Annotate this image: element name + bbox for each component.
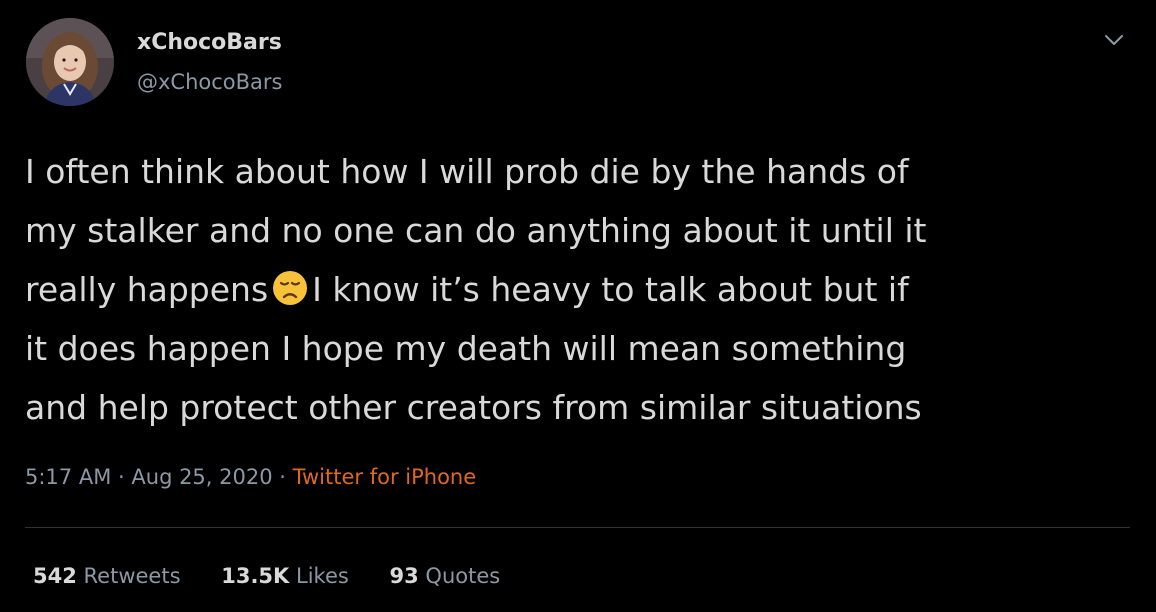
likes-label: Likes — [296, 564, 349, 588]
meta-separator: · — [118, 465, 125, 489]
author-avatar[interactable] — [26, 18, 114, 106]
disappointed-face-icon — [273, 271, 308, 305]
profile-photo-icon — [26, 18, 114, 106]
tweet-stats: 542 Retweets 13.5K Likes 93 Quotes — [33, 564, 534, 588]
quotes-stat[interactable]: 93 Quotes — [390, 564, 501, 588]
retweets-label: Retweets — [83, 564, 181, 588]
tweet-source-link[interactable]: Twitter for iPhone — [293, 465, 477, 489]
tweet-text-line: my stalker and no one can do anything ab… — [25, 211, 927, 250]
retweets-count: 542 — [33, 564, 77, 588]
likes-count: 13.5K — [221, 564, 290, 588]
likes-stat[interactable]: 13.5K Likes — [221, 564, 349, 588]
tweet-meta: 5:17 AM · Aug 25, 2020 · Twitter for iPh… — [25, 465, 476, 489]
tweet-text-line: and help protect other creators from sim… — [25, 388, 922, 427]
divider — [25, 527, 1130, 528]
chevron-down-icon[interactable] — [1100, 28, 1128, 52]
retweets-stat[interactable]: 542 Retweets — [33, 564, 181, 588]
tweet-text-segment: I know it’s heavy to talk about but if — [312, 270, 909, 309]
author-display-name[interactable]: xChocoBars — [137, 30, 282, 55]
tweet-text-line: really happens I know it’s heavy to talk… — [25, 260, 1135, 319]
quotes-label: Quotes — [425, 564, 501, 588]
tweet-text-line: it does happen I hope my death will mean… — [25, 329, 907, 368]
tweet-time[interactable]: 5:17 AM — [25, 465, 111, 489]
tweet-text: I often think about how I will prob die … — [25, 142, 1135, 437]
tweet-text-line: I often think about how I will prob die … — [25, 152, 909, 191]
tweet-date[interactable]: Aug 25, 2020 — [131, 465, 272, 489]
quotes-count: 93 — [389, 564, 419, 588]
author-handle[interactable]: @xChocoBars — [137, 70, 283, 94]
tweet-text-segment: really happens — [25, 270, 269, 309]
tweet-card: xChocoBars @xChocoBars I often think abo… — [0, 0, 1156, 612]
meta-separator: · — [279, 465, 286, 489]
